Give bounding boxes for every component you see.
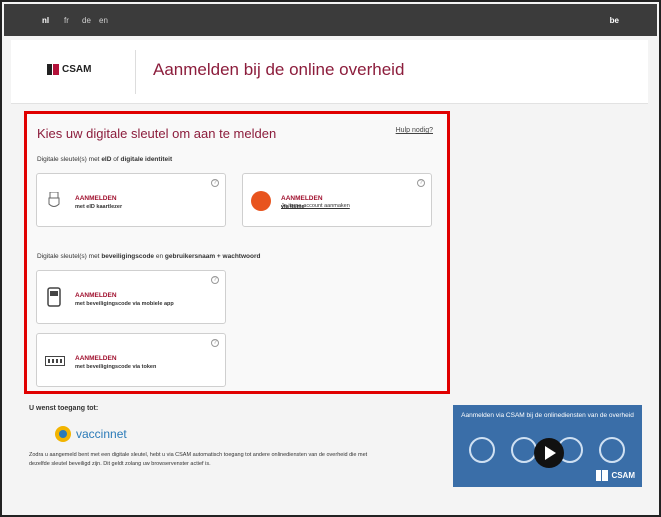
help-link[interactable]: Hulp nodig?	[396, 127, 433, 134]
intro-video[interactable]: Aanmelden via CSAM bij de onlinediensten…	[453, 405, 642, 487]
card-token-title: AANMELDEN	[75, 355, 117, 362]
mobile-app-icon	[47, 287, 61, 307]
vaccinnet-icon	[55, 426, 71, 442]
help-icon[interactable]: ?	[211, 339, 219, 347]
token-icon	[45, 356, 65, 366]
login-card-token[interactable]: ? AANMELDEN met beveiligingscode via tok…	[36, 333, 226, 387]
play-icon[interactable]	[534, 438, 564, 468]
section-eid-bold1: eID	[101, 156, 112, 163]
csam-logo-icon	[47, 64, 59, 75]
section-eid-bold2: digitale identiteit	[120, 156, 173, 163]
card-app-subtitle: met beveiligingscode via mobiele app	[75, 301, 174, 307]
video-app-icon	[599, 437, 625, 463]
video-caption: Aanmelden via CSAM bij de onlinediensten…	[461, 412, 634, 419]
login-card-mobile-app[interactable]: ? AANMELDEN met beveiligingscode via mob…	[36, 270, 226, 324]
csam-logo-text: CSAM	[62, 64, 92, 75]
header-divider	[135, 50, 136, 94]
section-code-mid: en	[154, 253, 165, 260]
login-card-itsme[interactable]: ? AANMELDEN via itsme	[242, 173, 432, 227]
help-icon[interactable]: ?	[417, 179, 425, 187]
section-eid-prefix: Digitale sleutel(s) met	[37, 156, 102, 163]
page-header: CSAM Aanmelden bij de online overheid	[11, 40, 648, 104]
help-icon[interactable]: ?	[211, 179, 219, 187]
video-csam-logo-icon	[596, 470, 609, 481]
top-bar: nl fr de en be	[4, 4, 657, 36]
card-eid-subtitle: met eID kaartlezer	[75, 204, 123, 210]
access-title: U wenst toegang tot:	[29, 405, 99, 412]
video-itsme-icon	[511, 437, 537, 463]
csam-logo[interactable]: CSAM	[47, 64, 91, 75]
card-eid-title: AANMELDEN	[75, 195, 117, 202]
login-panel: Kies uw digitale sleutel om aan te melde…	[24, 111, 450, 394]
itsme-icon	[251, 191, 271, 211]
card-app-title: AANMELDEN	[75, 292, 117, 299]
section-code-bold2: gebruikersnaam + wachtwoord	[164, 253, 261, 260]
vaccinnet-logo[interactable]: vaccinnet	[54, 425, 127, 443]
region-be[interactable]: be	[610, 16, 619, 25]
lang-fr[interactable]: fr	[64, 16, 69, 25]
section-code-label: Digitale sleutel(s) met beveiligingscode…	[37, 253, 260, 260]
access-description: Zodra u aangemeld bent met een digitale …	[29, 452, 368, 467]
page-title: Aanmelden bij de online overheid	[153, 60, 405, 79]
video-csam-logo-text: CSAM	[611, 471, 635, 480]
card-reader-icon	[48, 192, 60, 207]
lang-de[interactable]: de	[82, 16, 91, 25]
lang-nl[interactable]: nl	[42, 16, 49, 25]
page-frame: nl fr de en be CSAM Aanmelden bij de onl…	[0, 0, 661, 517]
login-panel-title: Kies uw digitale sleutel om aan te melde…	[37, 126, 277, 141]
video-csam-logo: CSAM	[596, 470, 635, 481]
login-card-eid[interactable]: ? AANMELDEN met eID kaartlezer	[36, 173, 226, 227]
card-token-subtitle: met beveiligingscode via token	[75, 364, 157, 370]
vaccinnet-label: vaccinnet	[76, 427, 127, 441]
lang-en[interactable]: en	[99, 16, 108, 25]
section-eid-label: Digitale sleutel(s) met eID of digitale …	[37, 156, 172, 163]
section-code-prefix: Digitale sleutel(s) met	[37, 253, 102, 260]
section-code-bold1: beveiligingscode	[101, 253, 155, 260]
itsme-account-link[interactable]: Je itsme-account aanmaken	[281, 203, 350, 209]
video-card-reader-icon	[469, 437, 495, 463]
card-itsme-title: AANMELDEN	[281, 195, 323, 202]
help-icon[interactable]: ?	[211, 276, 219, 284]
